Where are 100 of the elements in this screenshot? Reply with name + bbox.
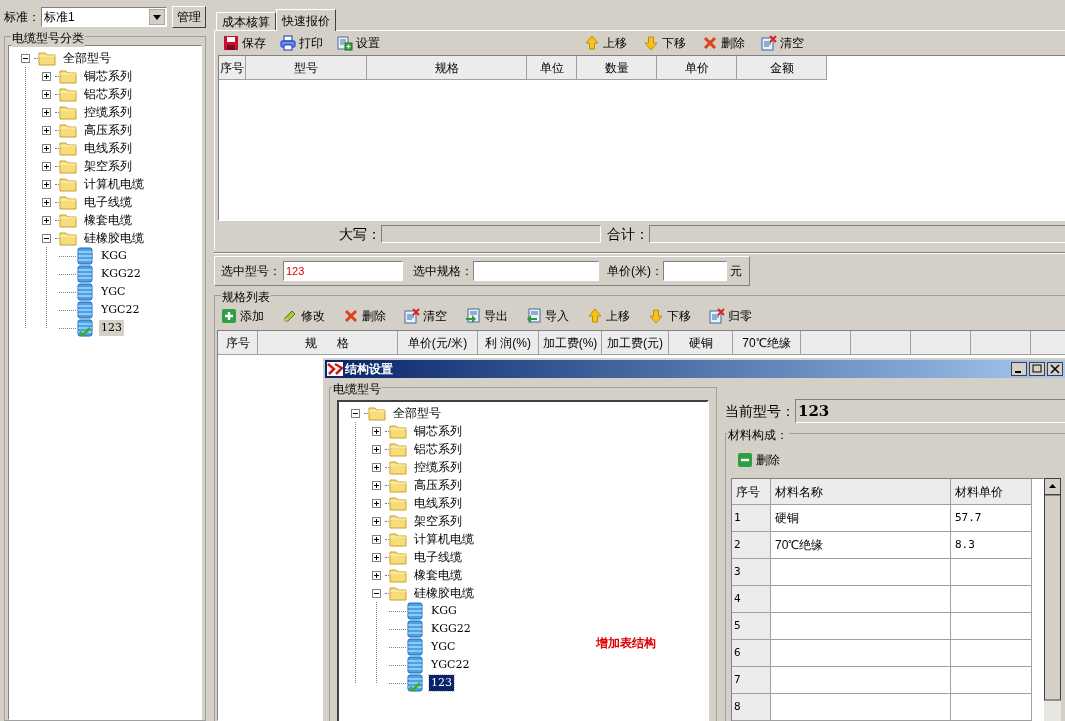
tree-item[interactable]: 全部型号 [391,405,443,421]
tree-item[interactable]: YGC [99,284,128,300]
tree-item[interactable]: KGG22 [429,621,473,637]
expand-icon[interactable] [372,426,381,436]
manage-button[interactable]: 管理 [172,6,206,28]
expand-icon[interactable] [42,71,51,81]
expand-icon[interactable] [372,552,381,562]
collapse-icon[interactable] [372,588,381,598]
delete-button[interactable]: 删除 [737,450,780,470]
tree-item[interactable]: 高压系列 [412,477,464,493]
toolbar-button[interactable]: 设置 [335,33,382,53]
folder-icon [59,104,77,120]
selected-model-field[interactable]: 123 [283,261,403,281]
selected-model-label: 选中型号： [221,263,281,280]
tree-item[interactable]: KGG [429,603,459,619]
tree-item[interactable]: 铜芯系列 [82,68,134,84]
column-header: 70℃绝缘 [733,331,801,355]
uppercase-label: 大写： [339,224,381,244]
minimize-icon[interactable] [1011,362,1027,376]
expand-icon[interactable] [372,570,381,580]
expand-icon[interactable] [372,480,381,490]
toolbar-button[interactable]: 删除 [700,33,747,53]
document-x-icon [404,308,420,324]
tree-item[interactable]: 电子线缆 [82,194,134,210]
collapse-icon[interactable] [351,408,360,418]
toolbar-button[interactable]: 归零 [707,306,754,326]
selected-spec-field[interactable] [473,261,599,281]
unit-price-field[interactable] [663,261,727,281]
toolbar-button[interactable]: 删除 [341,306,388,326]
tree-item[interactable]: 123 [429,675,454,691]
collapse-icon[interactable] [42,233,51,243]
expand-icon[interactable] [42,197,51,207]
folder-icon [389,495,407,511]
toolbar-button[interactable]: 导出 [463,306,510,326]
collapse-icon[interactable] [21,53,30,63]
tree-item[interactable]: 控缆系列 [82,104,134,120]
tree-item[interactable]: 硅橡胶电缆 [412,585,476,601]
down-arrow-icon [648,308,664,324]
toolbar-button[interactable]: 添加 [219,306,266,326]
toolbar-button[interactable]: 清空 [759,33,806,53]
tree-item[interactable]: 电线系列 [82,140,134,156]
tree-item[interactable]: 橡套电缆 [412,567,464,583]
toolbar-button[interactable]: 上移 [582,33,629,53]
tree-item[interactable]: YGC [429,639,458,655]
tree-item[interactable]: 铝芯系列 [412,441,464,457]
close-icon[interactable] [1047,362,1063,376]
tree-item[interactable]: 橡套电缆 [82,212,134,228]
database-check-icon [76,319,94,337]
expand-icon[interactable] [42,215,51,225]
vertical-scrollbar[interactable] [1044,478,1061,721]
expand-icon[interactable] [42,143,51,153]
row-number-cell: 8 [732,694,771,721]
expand-icon[interactable] [42,179,51,189]
tree-item[interactable]: 全部型号 [61,50,113,66]
toolbar-button[interactable]: 打印 [278,33,325,53]
expand-icon[interactable] [372,534,381,544]
tree-item[interactable]: 电子线缆 [412,549,464,565]
expand-icon[interactable] [372,516,381,526]
tree-item[interactable]: 123 [99,320,124,336]
folder-icon [389,477,407,493]
folder-icon [389,549,407,565]
tab[interactable]: 快速报价 [276,9,336,31]
tree-item[interactable]: 铜芯系列 [412,423,464,439]
tree-item[interactable]: YGC22 [99,302,142,318]
tree-item[interactable]: 控缆系列 [412,459,464,475]
tree-item[interactable]: KGG [99,248,129,264]
tree-item[interactable]: 硅橡胶电缆 [82,230,146,246]
tree-item[interactable]: YGC22 [429,657,472,673]
folder-icon [38,50,56,66]
toolbar-button[interactable]: 下移 [641,33,688,53]
tree-item[interactable]: KGG22 [99,266,143,282]
folder-icon [59,140,77,156]
toolbar-button[interactable]: 上移 [585,306,632,326]
folder-icon [389,459,407,475]
column-header: 规格 [367,56,527,80]
tree-item[interactable]: 高压系列 [82,122,134,138]
tree-item[interactable]: 电线系列 [412,495,464,511]
tree-item[interactable]: 铝芯系列 [82,86,134,102]
toolbar-button[interactable]: 导入 [524,306,571,326]
toolbar-button[interactable]: 清空 [402,306,449,326]
column-header: 材料名称 [771,479,951,505]
expand-icon[interactable] [42,125,51,135]
maximize-icon[interactable] [1029,362,1045,376]
tab[interactable]: 成本核算 [216,12,276,30]
current-model-label: 当前型号： [725,401,795,421]
expand-icon[interactable] [372,444,381,454]
toolbar-button[interactable]: 保存 [221,33,268,53]
tree-item[interactable]: 架空系列 [412,513,464,529]
toolbar-button[interactable]: 修改 [280,306,327,326]
standard-dropdown[interactable]: 标准1 [41,7,167,27]
tree-item[interactable]: 计算机电缆 [82,176,146,192]
expand-icon[interactable] [42,107,51,117]
tree-item[interactable]: 计算机电缆 [412,531,476,547]
expand-icon[interactable] [372,462,381,472]
tree-item[interactable]: 架空系列 [82,158,134,174]
toolbar-button[interactable]: 下移 [646,306,693,326]
expand-icon[interactable] [372,498,381,508]
expand-icon[interactable] [42,89,51,99]
folder-icon [389,441,407,457]
expand-icon[interactable] [42,161,51,171]
